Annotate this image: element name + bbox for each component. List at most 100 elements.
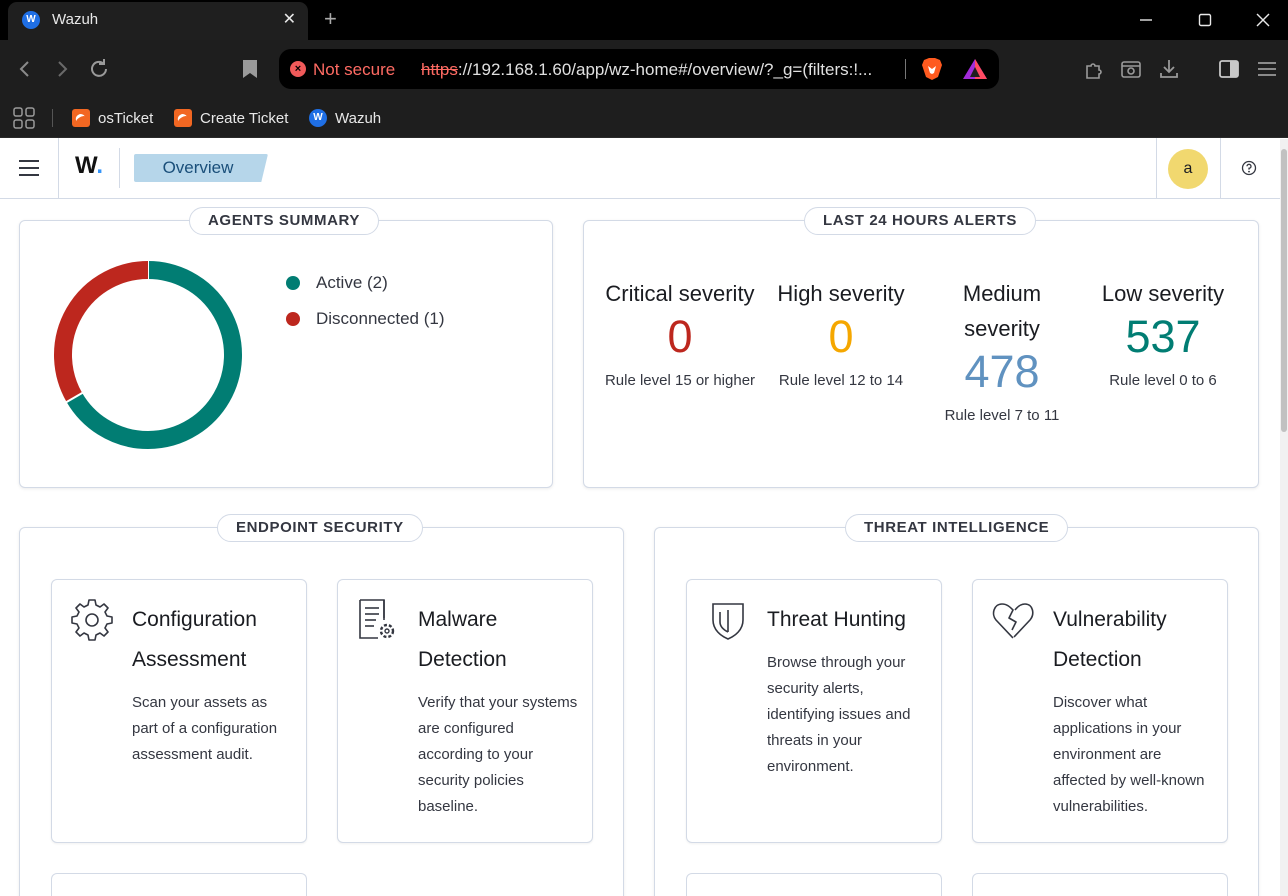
low-severity-stat[interactable]: Low severity 537 Rule level 0 to 6 [1083,276,1243,392]
browser-tab[interactable]: W Wazuh ✕ [8,2,308,40]
bookmark-wazuh[interactable]: W Wazuh [309,106,381,130]
help-icon[interactable] [1241,160,1257,181]
url-text[interactable]: https://192.168.1.60/app/wz-home#/overvi… [421,60,872,80]
legend-disconnected[interactable]: Disconnected (1) [286,309,445,329]
card-title: Threat Hunting [767,608,906,631]
threat-card-partial[interactable] [686,873,942,896]
card-description: Browse through your security alerts, ide… [767,654,911,775]
wazuh-favicon-icon: W [22,11,40,29]
legend-label: Active (2) [316,273,388,292]
download-icon[interactable] [1157,57,1181,81]
legend-swatch [286,312,300,326]
agents-donut-chart [54,260,242,449]
minimize-icon[interactable] [1117,0,1175,40]
address-bar-divider [905,59,906,79]
url-rest: ://192.168.1.60/app/wz-home#/overview/?_… [457,60,873,79]
bookmarks-divider [52,109,53,127]
not-secure-label: Not secure [313,60,396,79]
wallet-icon[interactable] [1119,57,1143,81]
document-gear-icon [356,598,400,642]
configuration-assessment-card[interactable]: Configuration Assessment Scan your asset… [51,579,307,843]
hamburger-menu-button[interactable] [0,138,59,198]
severity-count[interactable]: 0 [761,311,921,363]
card-description: Discover what applications in your envir… [1053,694,1205,815]
card-title: Configuration Assessment [132,608,257,671]
severity-count[interactable]: 537 [1083,311,1243,363]
bookmark-label: osTicket [98,109,154,127]
legend-swatch [286,276,300,290]
not-secure-icon: × [290,61,306,77]
medium-severity-stat[interactable]: Medium severity 478 Rule level 7 to 11 [922,276,1082,427]
bookmark-create-ticket[interactable]: Create Ticket [174,106,288,130]
panel-title: AGENTS SUMMARY [189,207,380,235]
scrollbar-thumb[interactable] [1281,149,1287,432]
page-scrollbar[interactable] [1280,139,1288,896]
endpoint-card-partial[interactable] [51,873,307,896]
header-divider [1156,138,1157,198]
bookmark-osticket[interactable]: osTicket [72,106,153,130]
breadcrumb-label: Overview [162,158,234,177]
user-avatar[interactable]: a [1168,149,1208,189]
donut-slice-disconnected[interactable] [54,261,149,402]
reload-icon[interactable] [87,57,111,81]
browser-toolbar: × Not secure https://192.168.1.60/app/wz… [0,40,1288,98]
card-description: Verify that your systems are configured … [418,694,578,815]
shield-icon [705,598,749,642]
high-severity-stat[interactable]: High severity 0 Rule level 12 to 14 [761,276,921,392]
severity-rule-level: Rule level 12 to 14 [778,372,904,389]
menu-icon[interactable] [1255,57,1279,81]
severity-title: Medium severity [962,281,1042,341]
bookmarks-bar: osTicket Create Ticket W Wazuh [0,98,1288,138]
back-icon[interactable] [13,57,37,81]
card-title: Vulnerability Detection [1053,608,1167,671]
severity-count[interactable]: 0 [600,311,760,363]
tab-title: Wazuh [52,11,99,28]
app-header: W. Overview a [0,138,1288,199]
severity-title: High severity [777,281,905,306]
maximize-icon[interactable] [1176,0,1234,40]
severity-rule-level: Rule level 0 to 6 [1109,372,1217,389]
panel-title: THREAT INTELLIGENCE [845,514,1069,542]
severity-title: Low severity [1101,281,1225,306]
endpoint-security-panel: ENDPOINT SECURITY Configuration Assessme… [19,514,624,896]
bookmark-label: Wazuh [335,109,382,127]
breadcrumb[interactable]: Overview [134,154,268,182]
url-scheme: https [421,60,458,79]
apps-grid-icon[interactable] [13,107,35,134]
panel-title: ENDPOINT SECURITY [217,514,423,542]
legend-label: Disconnected (1) [316,309,445,328]
wazuh-logo[interactable]: W. [75,152,103,180]
threat-card-partial[interactable] [972,873,1228,896]
bookmark-icon[interactable] [238,57,262,81]
logo-letter: W [75,152,97,179]
sidebar-toggle-icon[interactable] [1217,57,1241,81]
malware-detection-card[interactable]: Malware Detection Verify that your syste… [337,579,593,843]
logo-dot: . [96,152,103,179]
close-window-icon[interactable] [1234,0,1288,40]
address-bar[interactable]: × Not secure https://192.168.1.60/app/wz… [279,49,999,89]
forward-icon[interactable] [50,57,74,81]
agents-summary-panel: AGENTS SUMMARY Active (2) Disconnected (… [19,207,553,488]
brave-shields-icon[interactable] [921,57,943,86]
critical-severity-stat[interactable]: Critical severity 0 Rule level 15 or hig… [600,276,760,392]
broken-heart-icon [991,598,1035,642]
severity-count[interactable]: 478 [922,346,1082,398]
extensions-icon[interactable] [1083,57,1107,81]
threat-intelligence-panel: THREAT INTELLIGENCE Threat Hunting Brows… [654,514,1259,896]
legend-active[interactable]: Active (2) [286,273,388,293]
header-divider [119,148,120,188]
header-divider [1220,138,1221,198]
new-tab-icon[interactable]: + [324,6,337,32]
brave-rewards-icon[interactable] [962,57,988,86]
alerts-panel: LAST 24 HOURS ALERTS Critical severity 0… [583,207,1259,488]
vulnerability-detection-card[interactable]: Vulnerability Detection Discover what ap… [972,579,1228,843]
card-description: Scan your assets as part of a configurat… [132,694,278,763]
threat-hunting-card[interactable]: Threat Hunting Browse through your secur… [686,579,942,843]
wazuh-icon: W [309,109,327,127]
osticket-icon [72,109,90,127]
hamburger-icon [19,160,39,176]
osticket-icon [174,109,192,127]
severity-rule-level: Rule level 7 to 11 [944,407,1060,424]
close-tab-icon[interactable]: ✕ [283,9,296,29]
gear-icon [70,598,114,642]
